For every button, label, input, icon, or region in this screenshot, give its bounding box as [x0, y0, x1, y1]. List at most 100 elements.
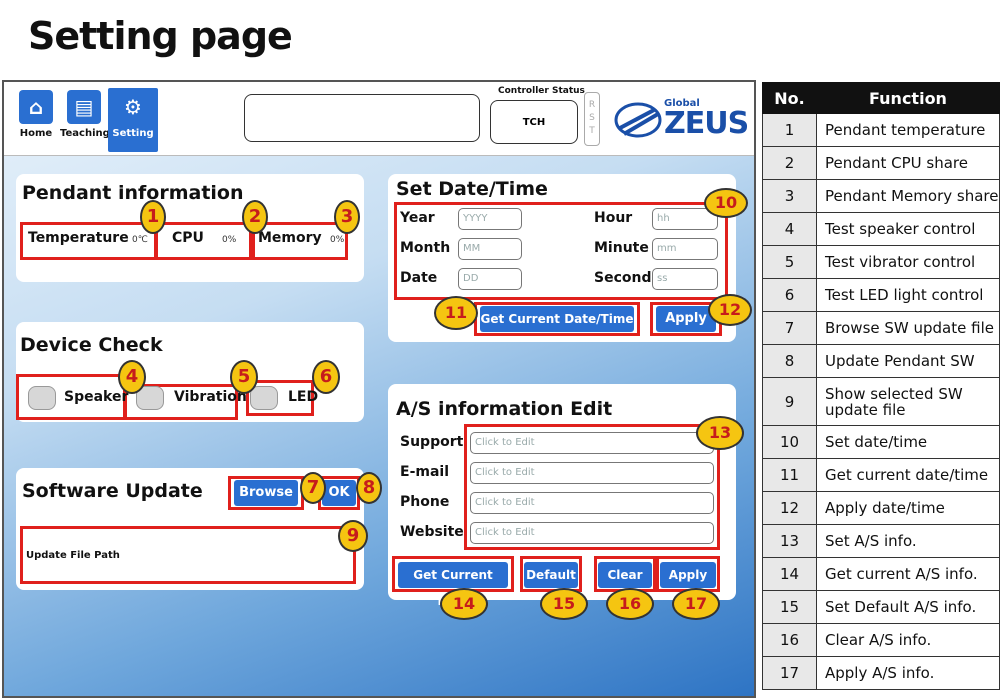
browse-button[interactable]: Browse — [234, 480, 298, 506]
row-number: 10 — [762, 425, 817, 459]
row-function: Update Pendant SW — [816, 344, 1000, 378]
default-button[interactable]: Default — [524, 562, 578, 588]
nav-setting-button[interactable]: ⚙ Setting — [108, 88, 158, 152]
badge-16: 16 — [606, 588, 654, 620]
table-row: 8 Update Pendant SW — [762, 344, 1000, 378]
row-number: 7 — [762, 311, 817, 345]
website-label: Website — [400, 524, 464, 540]
year-label: Year — [400, 210, 435, 226]
cpu-label: CPU — [172, 230, 204, 246]
row-function: Set date/time — [816, 425, 1000, 459]
pendant-info-panel: Pendant information Temperature 0℃ CPU 0… — [16, 174, 364, 282]
function-table: No. Function 1 Pendant temperature 2 Pendan… — [762, 82, 1000, 690]
nav-home-label: Home — [19, 128, 53, 139]
update-file-path-label: Update File Path — [26, 550, 120, 561]
gear-icon: ⚙ — [124, 95, 142, 119]
memory-value: 0% — [330, 235, 345, 245]
year-field[interactable]: YYYY — [458, 208, 522, 230]
table-row: 11 Get current date/time — [762, 458, 1000, 492]
speaker-label: Speaker — [64, 389, 129, 405]
nav-setting-label: Setting — [112, 128, 154, 139]
badge-15: 15 — [540, 588, 588, 620]
badge-6: 6 — [312, 360, 340, 394]
memory-label: Memory — [258, 230, 322, 246]
controller-status-label: Controller Status — [498, 86, 585, 96]
row-function: Pendant Memory share — [816, 179, 1000, 213]
badge-3: 3 — [334, 200, 360, 234]
set-datetime-title: Set Date/Time — [396, 178, 548, 200]
led-toggle[interactable] — [250, 386, 278, 410]
speaker-toggle[interactable] — [28, 386, 56, 410]
ok-button[interactable]: OK — [322, 480, 356, 506]
table-row: 12 Apply date/time — [762, 491, 1000, 525]
table-row: 2 Pendant CPU share — [762, 146, 1000, 180]
badge-11: 11 — [434, 296, 478, 330]
nav-home-button[interactable]: ⌂ Home — [12, 88, 60, 152]
row-number: 9 — [762, 377, 817, 426]
table-row: 17 Apply A/S info. — [762, 656, 1000, 690]
row-number: 4 — [762, 212, 817, 246]
row-number: 11 — [762, 458, 817, 492]
badge-4: 4 — [118, 360, 146, 394]
row-number: 14 — [762, 557, 817, 591]
row-number: 3 — [762, 179, 817, 213]
as-info-title: A/S information Edit — [396, 398, 613, 420]
row-number: 17 — [762, 656, 817, 690]
badge-5: 5 — [230, 360, 258, 394]
nav-teaching-button[interactable]: ▤ Teaching — [60, 88, 110, 152]
pendant-screen: ⌂ Home ▤ Teaching ⚙ Setting Controller S… — [2, 80, 756, 698]
table-row: 13 Set A/S info. — [762, 524, 1000, 558]
table-row: 14 Get current A/S info. — [762, 557, 1000, 591]
second-label: Second — [594, 270, 652, 286]
badge-2: 2 — [242, 200, 268, 234]
badge-7: 7 — [300, 472, 326, 504]
minute-field[interactable]: mm — [652, 238, 718, 260]
row-function: Show selected SW update file — [816, 377, 1000, 426]
row-number: 13 — [762, 524, 817, 558]
second-field[interactable]: ss — [652, 268, 718, 290]
row-function: Set Default A/S info. — [816, 590, 1000, 624]
badge-12: 12 — [708, 294, 752, 326]
row-number: 16 — [762, 623, 817, 657]
top-bar: ⌂ Home ▤ Teaching ⚙ Setting Controller S… — [4, 82, 754, 156]
support-label: Support — [400, 434, 464, 450]
table-row: 10 Set date/time — [762, 425, 1000, 459]
table-row: 1 Pendant temperature — [762, 113, 1000, 147]
row-function: Test vibrator control — [816, 245, 1000, 279]
pendant-info-title: Pendant information — [22, 182, 244, 204]
badge-13: 13 — [696, 416, 744, 450]
row-function: Set A/S info. — [816, 524, 1000, 558]
date-label: Date — [400, 270, 438, 286]
get-current-datetime-button[interactable]: Get Current Date/Time — [480, 306, 634, 332]
row-number: 2 — [762, 146, 817, 180]
table-header-row: No. Function — [762, 82, 1000, 114]
support-field[interactable]: Click to Edit — [470, 432, 714, 454]
phone-field[interactable]: Click to Edit — [470, 492, 714, 514]
temperature-label: Temperature — [28, 230, 129, 246]
device-check-title: Device Check — [20, 334, 163, 356]
controller-status-value: TCH — [490, 100, 578, 144]
email-label: E-mail — [400, 464, 450, 480]
as-info-panel: A/S information Edit Support Click to Ed… — [388, 384, 736, 608]
row-number: 15 — [762, 590, 817, 624]
table-row: 3 Pendant Memory share — [762, 179, 1000, 213]
table-row: 16 Clear A/S info. — [762, 623, 1000, 657]
get-current-info-button[interactable]: Get Current Info. — [398, 562, 508, 608]
table-row: 15 Set Default A/S info. — [762, 590, 1000, 624]
datetime-apply-button[interactable]: Apply — [656, 306, 716, 332]
row-function: Clear A/S info. — [816, 623, 1000, 657]
rst-button[interactable]: RST — [584, 92, 600, 146]
badge-10: 10 — [704, 188, 748, 218]
message-box — [244, 94, 480, 142]
table-row: 5 Test vibrator control — [762, 245, 1000, 279]
date-field[interactable]: DD — [458, 268, 522, 290]
as-apply-button[interactable]: Apply — [660, 562, 716, 588]
month-field[interactable]: MM — [458, 238, 522, 260]
clear-button[interactable]: Clear — [598, 562, 652, 588]
badge-1: 1 — [140, 200, 166, 234]
email-field[interactable]: Click to Edit — [470, 462, 714, 484]
website-field[interactable]: Click to Edit — [470, 522, 714, 544]
row-function: Test LED light control — [816, 278, 1000, 312]
cpu-value: 0% — [222, 235, 237, 245]
header-function: Function — [816, 82, 1000, 114]
